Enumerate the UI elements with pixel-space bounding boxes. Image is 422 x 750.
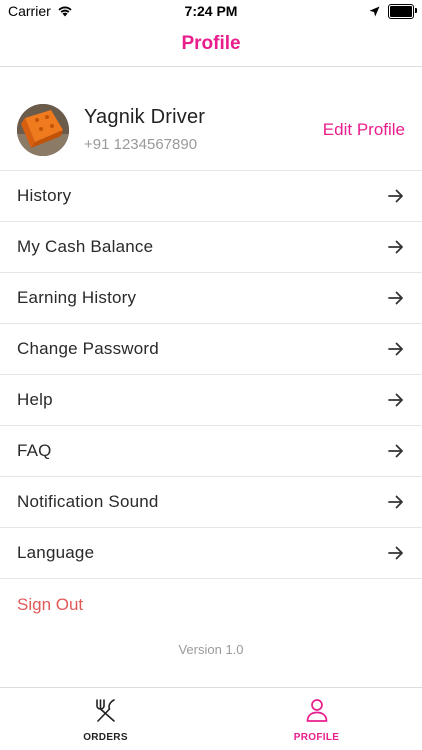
version-label: Version 1.0 [178,642,244,657]
menu-item-history[interactable]: History [0,171,422,222]
tab-label: ORDERS [83,732,128,743]
tab-bar: ORDERS PROFILE [0,687,422,750]
tab-profile[interactable]: PROFILE [211,688,422,750]
arrow-right-icon [388,291,403,305]
person-icon [306,699,327,722]
battery-fill [390,5,412,17]
menu-item-help[interactable]: Help [0,375,422,426]
menu-item-label: FAQ [17,441,52,460]
arrow-right-icon [388,444,403,458]
menu-item-cash-balance[interactable]: My Cash Balance [0,222,422,273]
status-bar: Carrier 7:24 PM [0,0,422,22]
menu-item-language[interactable]: Language [0,528,422,579]
menu-item-change-password[interactable]: Change Password [0,324,422,375]
menu-item-label: History [17,186,72,205]
arrow-right-icon [388,240,403,254]
arrow-right-icon [388,495,403,509]
menu-item-label: My Cash Balance [17,237,154,256]
profile-card: Yagnik Driver +91 1234567890 Edit Profil… [0,67,422,171]
profile-phone: +91 1234567890 [84,136,198,153]
arrow-right-icon [388,546,403,560]
tab-orders[interactable]: ORDERS [0,688,211,750]
profile-name: Yagnik Driver [84,106,206,128]
arrow-right-icon [388,342,403,356]
status-time: 7:24 PM [184,3,238,19]
menu-item-label: Notification Sound [17,492,159,511]
menu-item-earning-history[interactable]: Earning History [0,273,422,324]
avatar [17,103,69,156]
arrow-right-icon [388,393,403,407]
menu-item-label: Help [17,390,53,409]
menu-item-label: Language [17,543,95,562]
menu-item-label: Change Password [17,339,159,358]
arrow-right-icon [388,189,403,203]
edit-profile-button[interactable]: Edit Profile [323,120,405,140]
menu-item-faq[interactable]: FAQ [0,426,422,477]
page-title: Profile [0,22,422,67]
avatar-image [17,103,69,156]
menu-item-label: Earning History [17,288,137,307]
profile-menu: History My Cash Balance Earning History … [0,171,422,579]
profile-info: Yagnik Driver +91 1234567890 [84,106,323,153]
tab-label: PROFILE [293,732,340,743]
fork-knife-icon [95,699,115,722]
battery-icon [388,3,417,19]
menu-item-notification-sound[interactable]: Notification Sound [0,477,422,528]
sign-out-button[interactable]: Sign Out [0,579,422,631]
